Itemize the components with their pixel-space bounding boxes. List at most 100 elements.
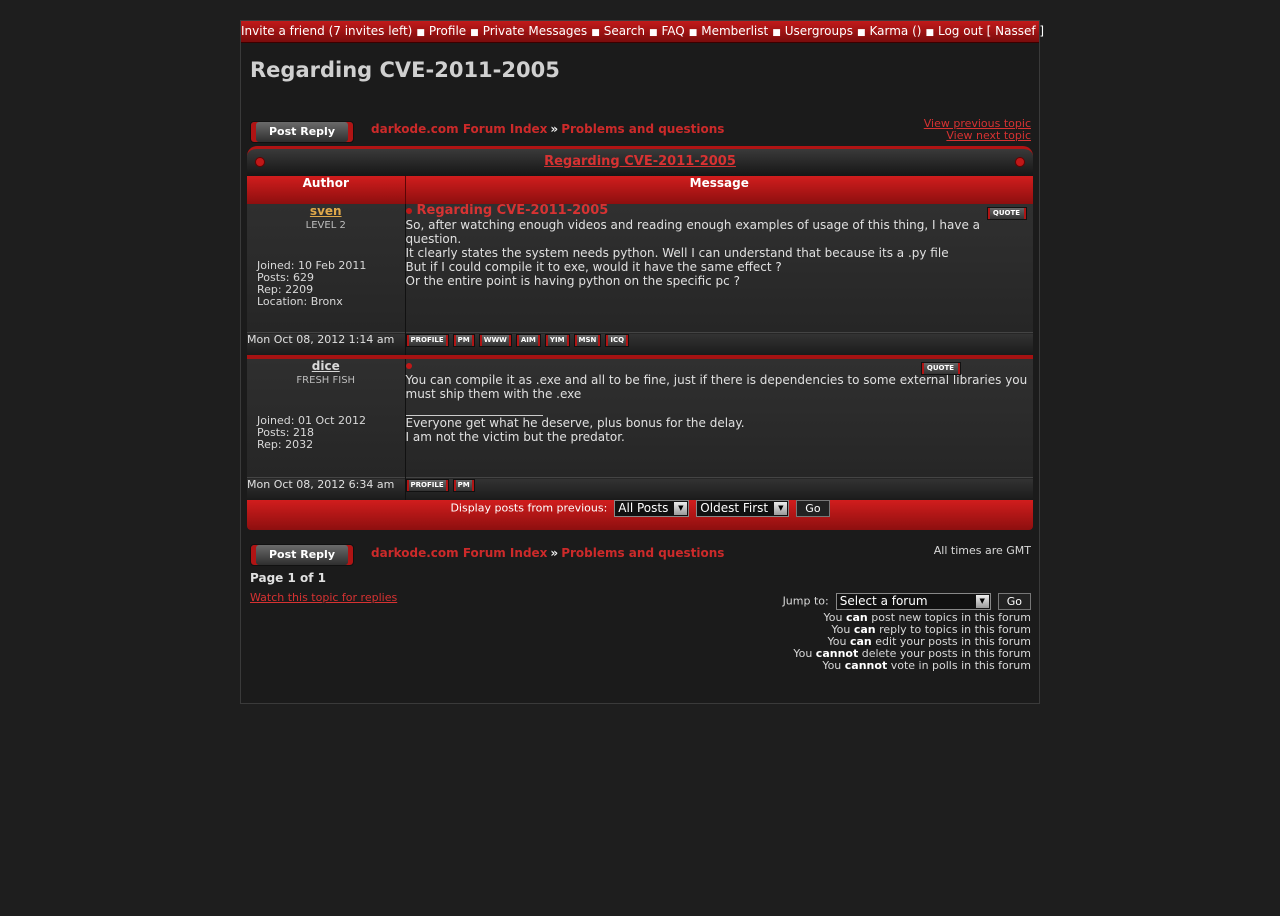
- nav-separator: ■: [772, 28, 781, 38]
- nav-separator: ■: [648, 28, 658, 38]
- perm-text: vote in polls in this forum: [887, 659, 1031, 672]
- caption-dot-icon: [1015, 157, 1025, 167]
- author-rep: Rep: 2032: [257, 438, 314, 451]
- quote-button[interactable]: QUOTE: [920, 362, 961, 375]
- signature-line: I am not the victim but the predator.: [405, 430, 625, 444]
- nav-karma-link[interactable]: Karma (): [869, 24, 921, 38]
- jump-to-form: Jump to: Select a forum ▼ Go: [783, 593, 1031, 610]
- forum-permissions: You can post new topics in this forum Yo…: [793, 612, 1031, 672]
- author-location: Location: Bronx: [257, 295, 343, 308]
- page-indicator: Page 1 of 1: [250, 571, 326, 585]
- breadcrumb-forum-link[interactable]: Problems and questions: [561, 546, 724, 560]
- post-author-details: Joined: 10 Feb 2011 Posts: 629 Rep: 2209…: [247, 260, 405, 308]
- post-row: sven LEVEL 2 Joined: 10 Feb 2011 Posts: …: [247, 204, 1033, 333]
- nav-memberlist-link[interactable]: Memberlist: [701, 24, 768, 38]
- page-title: Regarding CVE-2011-2005: [250, 58, 560, 82]
- breadcrumb-separator: »: [550, 546, 559, 560]
- quote-button[interactable]: QUOTE: [986, 207, 1027, 220]
- topic-title-link[interactable]: Regarding CVE-2011-2005: [544, 154, 736, 169]
- nav-separator: ■: [470, 28, 479, 38]
- breadcrumb-index-link[interactable]: darkode.com Forum Index: [371, 546, 547, 560]
- posts-table: Author Message sven LEVEL 2 Joined: 10 F…: [247, 176, 1033, 530]
- post-bullet-icon: [405, 362, 412, 369]
- post-line: You can compile it as .exe and all to be…: [405, 373, 1028, 401]
- post-author-cell: dice FRESH FISH Joined: 01 Oct 2012 Post…: [247, 359, 406, 478]
- forum-container: Invite a friend (7 invites left) ■ Profile…: [240, 20, 1044, 704]
- posts-table-wrapper: Regarding CVE-2011-2005 Author Message s…: [247, 146, 1033, 530]
- post-message-cell: QUOTE You can compile it as .exe and all…: [405, 359, 1033, 478]
- aim-button[interactable]: AIM: [515, 333, 541, 347]
- post-author-link[interactable]: dice: [247, 359, 405, 373]
- nav-faq-link[interactable]: FAQ: [661, 24, 684, 38]
- nav-separator: ■: [688, 28, 698, 38]
- timezone-note: All times are GMT: [933, 544, 1031, 557]
- post-line: But if I could compile it to exe, would …: [405, 260, 782, 274]
- post-line: So, after watching enough videos and rea…: [405, 218, 981, 246]
- post-reply-button[interactable]: Post Reply: [250, 121, 354, 143]
- posts-order-select[interactable]: Oldest First ▼: [696, 500, 790, 517]
- post-author-link[interactable]: sven: [247, 204, 405, 218]
- post-author-details: Joined: 01 Oct 2012 Posts: 218 Rep: 2032: [247, 415, 405, 451]
- dropdown-arrow-icon: ▼: [774, 502, 788, 515]
- nav-separator: ■: [856, 28, 866, 38]
- message-column-header: Message: [405, 176, 1033, 204]
- dropdown-arrow-icon: ▼: [674, 502, 688, 515]
- profile-button[interactable]: PROFILE: [405, 478, 449, 492]
- yim-button[interactable]: YIM: [544, 333, 570, 347]
- nav-usergroups-link[interactable]: Usergroups: [785, 24, 853, 38]
- nav-separator: ■: [416, 28, 425, 38]
- display-options-bar: Display posts from previous: All Posts ▼ …: [247, 500, 1033, 530]
- post-line: Or the entire point is having python on …: [405, 274, 740, 288]
- post-signature: Everyone get what he deserve, plus bonus…: [406, 416, 1034, 444]
- post-author-rank: FRESH FISH: [296, 375, 356, 386]
- view-next-topic-link[interactable]: View next topic: [924, 130, 1031, 142]
- icq-button[interactable]: ICQ: [605, 333, 630, 347]
- breadcrumb-forum-link[interactable]: Problems and questions: [561, 122, 724, 136]
- nav-separator: ■: [591, 28, 600, 38]
- post-author-cell: sven LEVEL 2 Joined: 10 Feb 2011 Posts: …: [247, 204, 406, 333]
- pm-button[interactable]: PM: [452, 478, 475, 492]
- post-profile-icons: PROFILE PM: [405, 477, 1033, 500]
- breadcrumb: darkode.com Forum Index» Problems and que…: [371, 122, 724, 136]
- post-message-cell: Regarding CVE-2011-2005 QUOTE So, after …: [405, 204, 1033, 333]
- post-line: It clearly states the system needs pytho…: [405, 246, 949, 260]
- pm-button[interactable]: PM: [452, 333, 475, 347]
- nav-separator: ■: [925, 28, 934, 38]
- post-bullet-icon: [405, 207, 412, 214]
- display-posts-label: Display posts from previous:: [450, 501, 608, 515]
- top-nav-bar: Invite a friend (7 invites left) ■ Profile…: [241, 21, 1044, 43]
- perm-text: You: [793, 647, 816, 660]
- www-button[interactable]: WWW: [478, 333, 512, 347]
- nav-search-link[interactable]: Search: [604, 24, 645, 38]
- perm-text: You: [822, 659, 845, 672]
- nav-logout-link[interactable]: Log out [ Nassef ]: [938, 24, 1044, 38]
- posts-range-value: All Posts: [618, 501, 669, 515]
- post-body: You can compile it as .exe and all to be…: [406, 373, 1034, 401]
- breadcrumb-index-link[interactable]: darkode.com Forum Index: [371, 122, 547, 136]
- permission-line: You cannot vote in polls in this forum: [793, 660, 1031, 672]
- watch-topic-link[interactable]: Watch this topic for replies: [250, 591, 397, 604]
- profile-button[interactable]: PROFILE: [405, 333, 449, 347]
- jump-go-button[interactable]: Go: [997, 593, 1031, 610]
- signature-line: Everyone get what he deserve, plus bonus…: [405, 416, 745, 430]
- nav-invite-link[interactable]: Invite a friend (7 invites left): [241, 24, 412, 38]
- nav-profile-link[interactable]: Profile: [429, 24, 466, 38]
- post-body: So, after watching enough videos and rea…: [406, 218, 1034, 288]
- dropdown-arrow-icon: ▼: [975, 595, 989, 608]
- post-row: dice FRESH FISH Joined: 01 Oct 2012 Post…: [247, 359, 1033, 478]
- jump-to-value: Select a forum: [839, 594, 928, 608]
- post-profile-icons: PROFILE PM WWW AIM YIM MSN ICQ: [405, 332, 1033, 355]
- jump-to-label: Jump to:: [782, 594, 829, 608]
- author-column-header: Author: [247, 176, 406, 204]
- display-go-button[interactable]: Go: [796, 500, 830, 517]
- jump-to-select[interactable]: Select a forum ▼: [835, 593, 991, 610]
- topic-navigation: View previous topic View next topic: [924, 118, 1031, 142]
- table-caption: Regarding CVE-2011-2005: [247, 146, 1033, 176]
- posts-range-select[interactable]: All Posts ▼: [614, 500, 690, 517]
- post-reply-button[interactable]: Post Reply: [250, 544, 354, 566]
- posts-order-value: Oldest First: [700, 501, 769, 515]
- post-author-rank: LEVEL 2: [305, 220, 346, 231]
- nav-private-messages-link[interactable]: Private Messages: [483, 24, 588, 38]
- msn-button[interactable]: MSN: [573, 333, 602, 347]
- breadcrumb-separator: »: [550, 122, 559, 136]
